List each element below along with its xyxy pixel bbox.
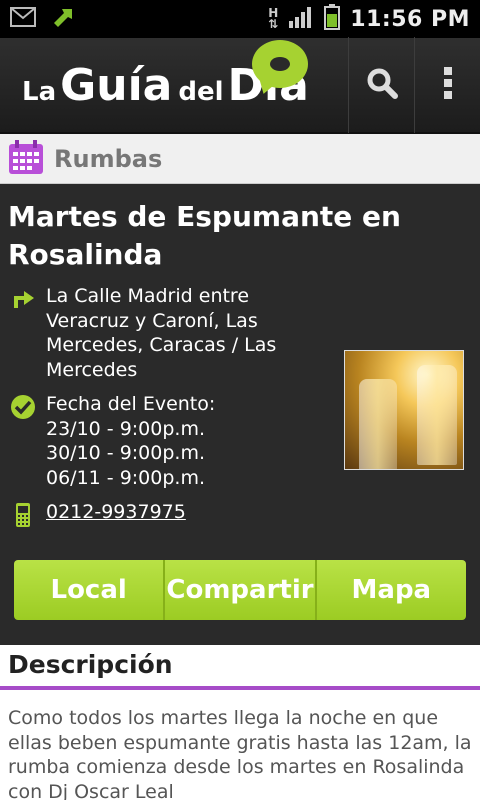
overflow-menu-button[interactable] — [414, 37, 480, 133]
search-button[interactable] — [348, 37, 414, 133]
description-header: Descripción — [0, 645, 480, 690]
clock: 11:56 PM — [350, 6, 470, 32]
description-text: Como todos los martes llega la noche en … — [0, 690, 480, 800]
calendar-icon — [8, 139, 44, 179]
description-heading: Descripción — [8, 650, 173, 679]
app-logo[interactable]: La Guía del Día — [0, 39, 348, 111]
action-buttons: Local Compartir Mapa — [14, 560, 466, 620]
phone-row: 0212-9937975 — [8, 500, 472, 528]
logo-word-del: del — [178, 76, 224, 107]
signal-icon — [288, 6, 314, 32]
date-item: 06/11 - 9:00p.m. — [46, 466, 206, 489]
logo-word-guia: Guía — [60, 59, 173, 111]
map-button[interactable]: Mapa — [316, 560, 466, 620]
network-type-icon: H ⇅ — [268, 6, 279, 31]
date-item: 23/10 - 9:00p.m. — [46, 417, 206, 440]
date-item: 30/10 - 9:00p.m. — [46, 442, 206, 464]
local-button[interactable]: Local — [14, 560, 166, 620]
checkmark-icon — [8, 392, 38, 490]
network-type-label: H — [268, 6, 279, 20]
category-label: Rumbas — [54, 144, 163, 173]
event-dates: Fecha del Evento: 23/10 - 9:00p.m. 30/10… — [46, 392, 215, 490]
logo-bubble-icon — [252, 39, 308, 88]
date-label: Fecha del Evento: — [46, 393, 216, 415]
battery-icon — [324, 4, 341, 34]
logo-word-la: La — [22, 76, 57, 107]
phone-link[interactable]: 0212-9937975 — [46, 500, 186, 528]
directions-icon — [8, 284, 38, 382]
event-title: Martes de Espumante en Rosalinda — [8, 200, 401, 271]
app-bar: La Guía del Día — [0, 37, 480, 134]
event-photo[interactable] — [344, 350, 464, 470]
overflow-menu-icon — [443, 66, 453, 104]
category-header: Rumbas — [0, 134, 480, 184]
search-icon — [365, 66, 399, 104]
share-button[interactable]: Compartir — [165, 560, 317, 620]
sync-icon — [50, 5, 76, 33]
event-address: La Calle Madrid entre Veracruz y Caroní,… — [46, 285, 277, 381]
status-bar: H ⇅ 11:56 PM — [0, 0, 480, 38]
event-detail: Martes de Espumante en Rosalinda La Call… — [0, 184, 480, 644]
phone-icon — [8, 500, 38, 528]
gmail-icon — [10, 7, 36, 31]
